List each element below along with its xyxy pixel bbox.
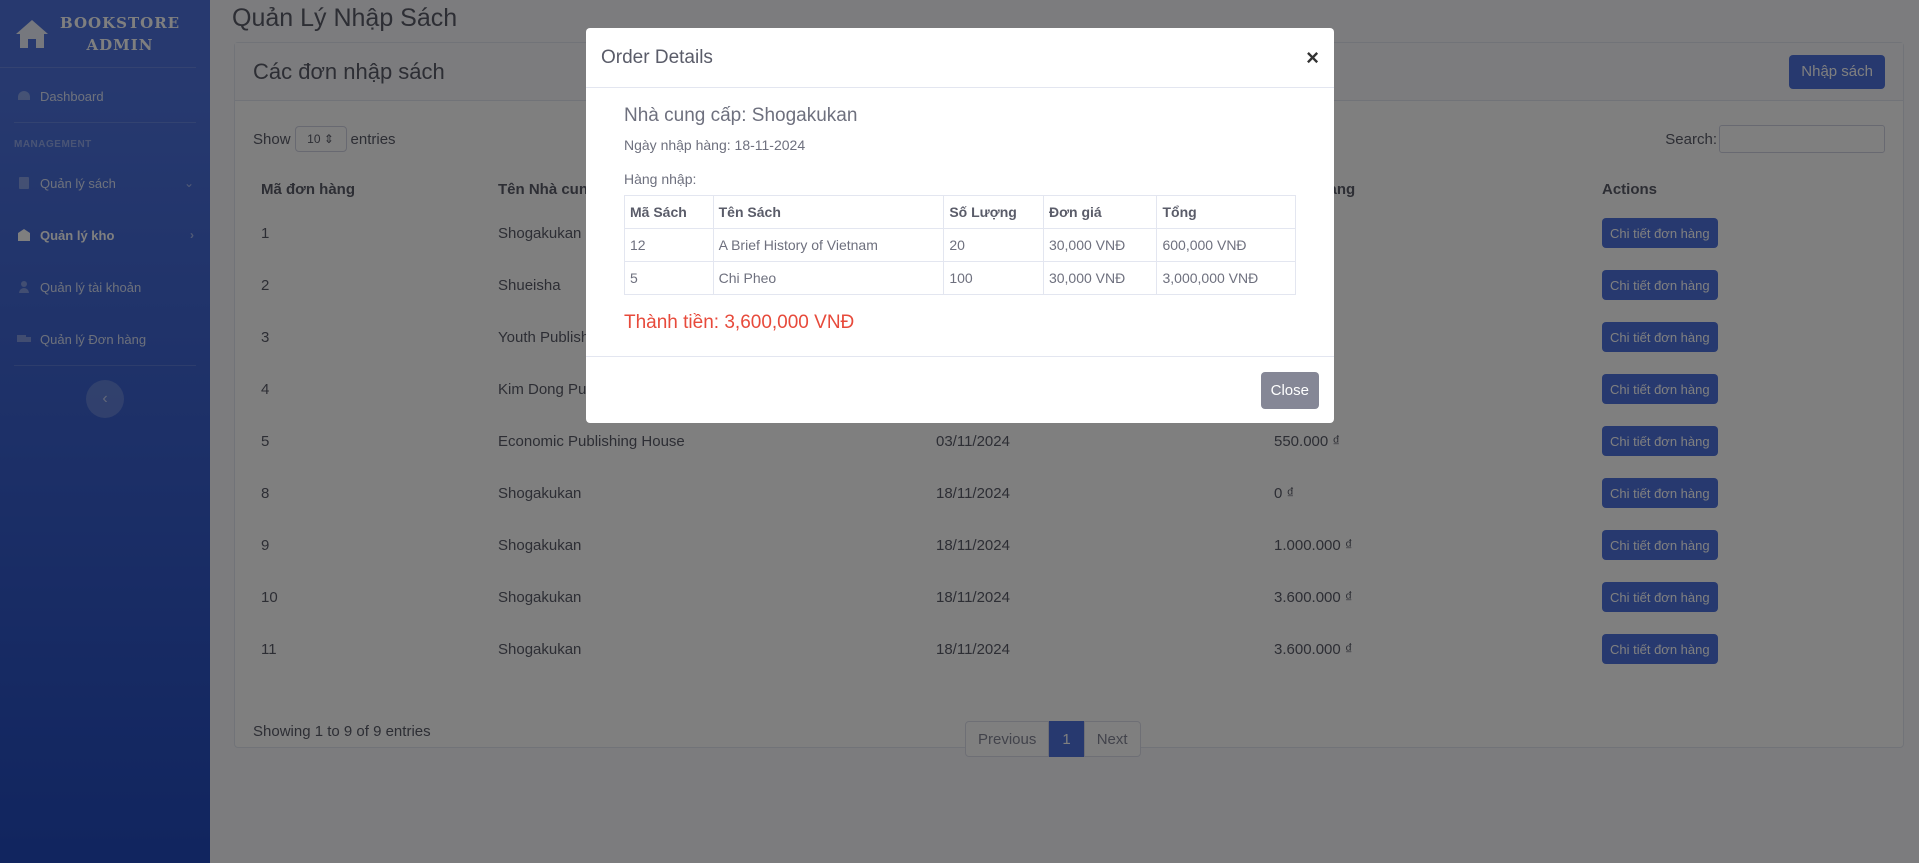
column-header: Đơn giá [1042, 195, 1158, 229]
table-cell: 100 [943, 261, 1044, 295]
import-date: Ngày nhập hàng: 18-11-2024 [624, 137, 806, 153]
table-cell: 5 [624, 261, 714, 295]
order-total: Thành tiền: 3,600,000 VNĐ [624, 312, 855, 333]
modal-header: Order Details × [586, 28, 1334, 88]
table-cell: A Brief History of Vietnam [712, 228, 945, 262]
table-cell: 3,000,000 VNĐ [1156, 261, 1296, 295]
table-row: 5 Chi Pheo 100 30,000 VNĐ 3,000,000 VNĐ [624, 261, 1296, 295]
table-cell: Chi Pheo [712, 261, 945, 295]
goods-label: Hàng nhập: [624, 171, 697, 187]
column-header: Số Lượng [943, 195, 1044, 229]
modal-footer: Close [586, 356, 1334, 423]
table-cell: 20 [943, 228, 1044, 262]
items-table: Mã Sách Tên Sách Số Lượng Đơn giá Tổng 1… [624, 195, 1296, 295]
table-cell: 600,000 VNĐ [1156, 228, 1296, 262]
column-header: Tổng [1156, 195, 1296, 229]
modal-body: Nhà cung cấp: Shogakukan Ngày nhập hàng:… [586, 88, 1334, 334]
order-details-modal: Order Details × Nhà cung cấp: Shogakukan… [586, 28, 1334, 423]
close-button[interactable]: Close [1260, 371, 1319, 409]
items-header-row: Mã Sách Tên Sách Số Lượng Đơn giá Tổng [624, 195, 1296, 229]
table-cell: 30,000 VNĐ [1042, 261, 1158, 295]
table-row: 12 A Brief History of Vietnam 20 30,000 … [624, 228, 1296, 262]
supplier-name: Nhà cung cấp: Shogakukan [624, 105, 858, 126]
column-header: Mã Sách [624, 195, 714, 229]
close-icon[interactable]: × [1306, 45, 1319, 71]
table-cell: 30,000 VNĐ [1042, 228, 1158, 262]
modal-title: Order Details [601, 46, 713, 68]
table-cell: 12 [624, 228, 714, 262]
column-header: Tên Sách [712, 195, 945, 229]
